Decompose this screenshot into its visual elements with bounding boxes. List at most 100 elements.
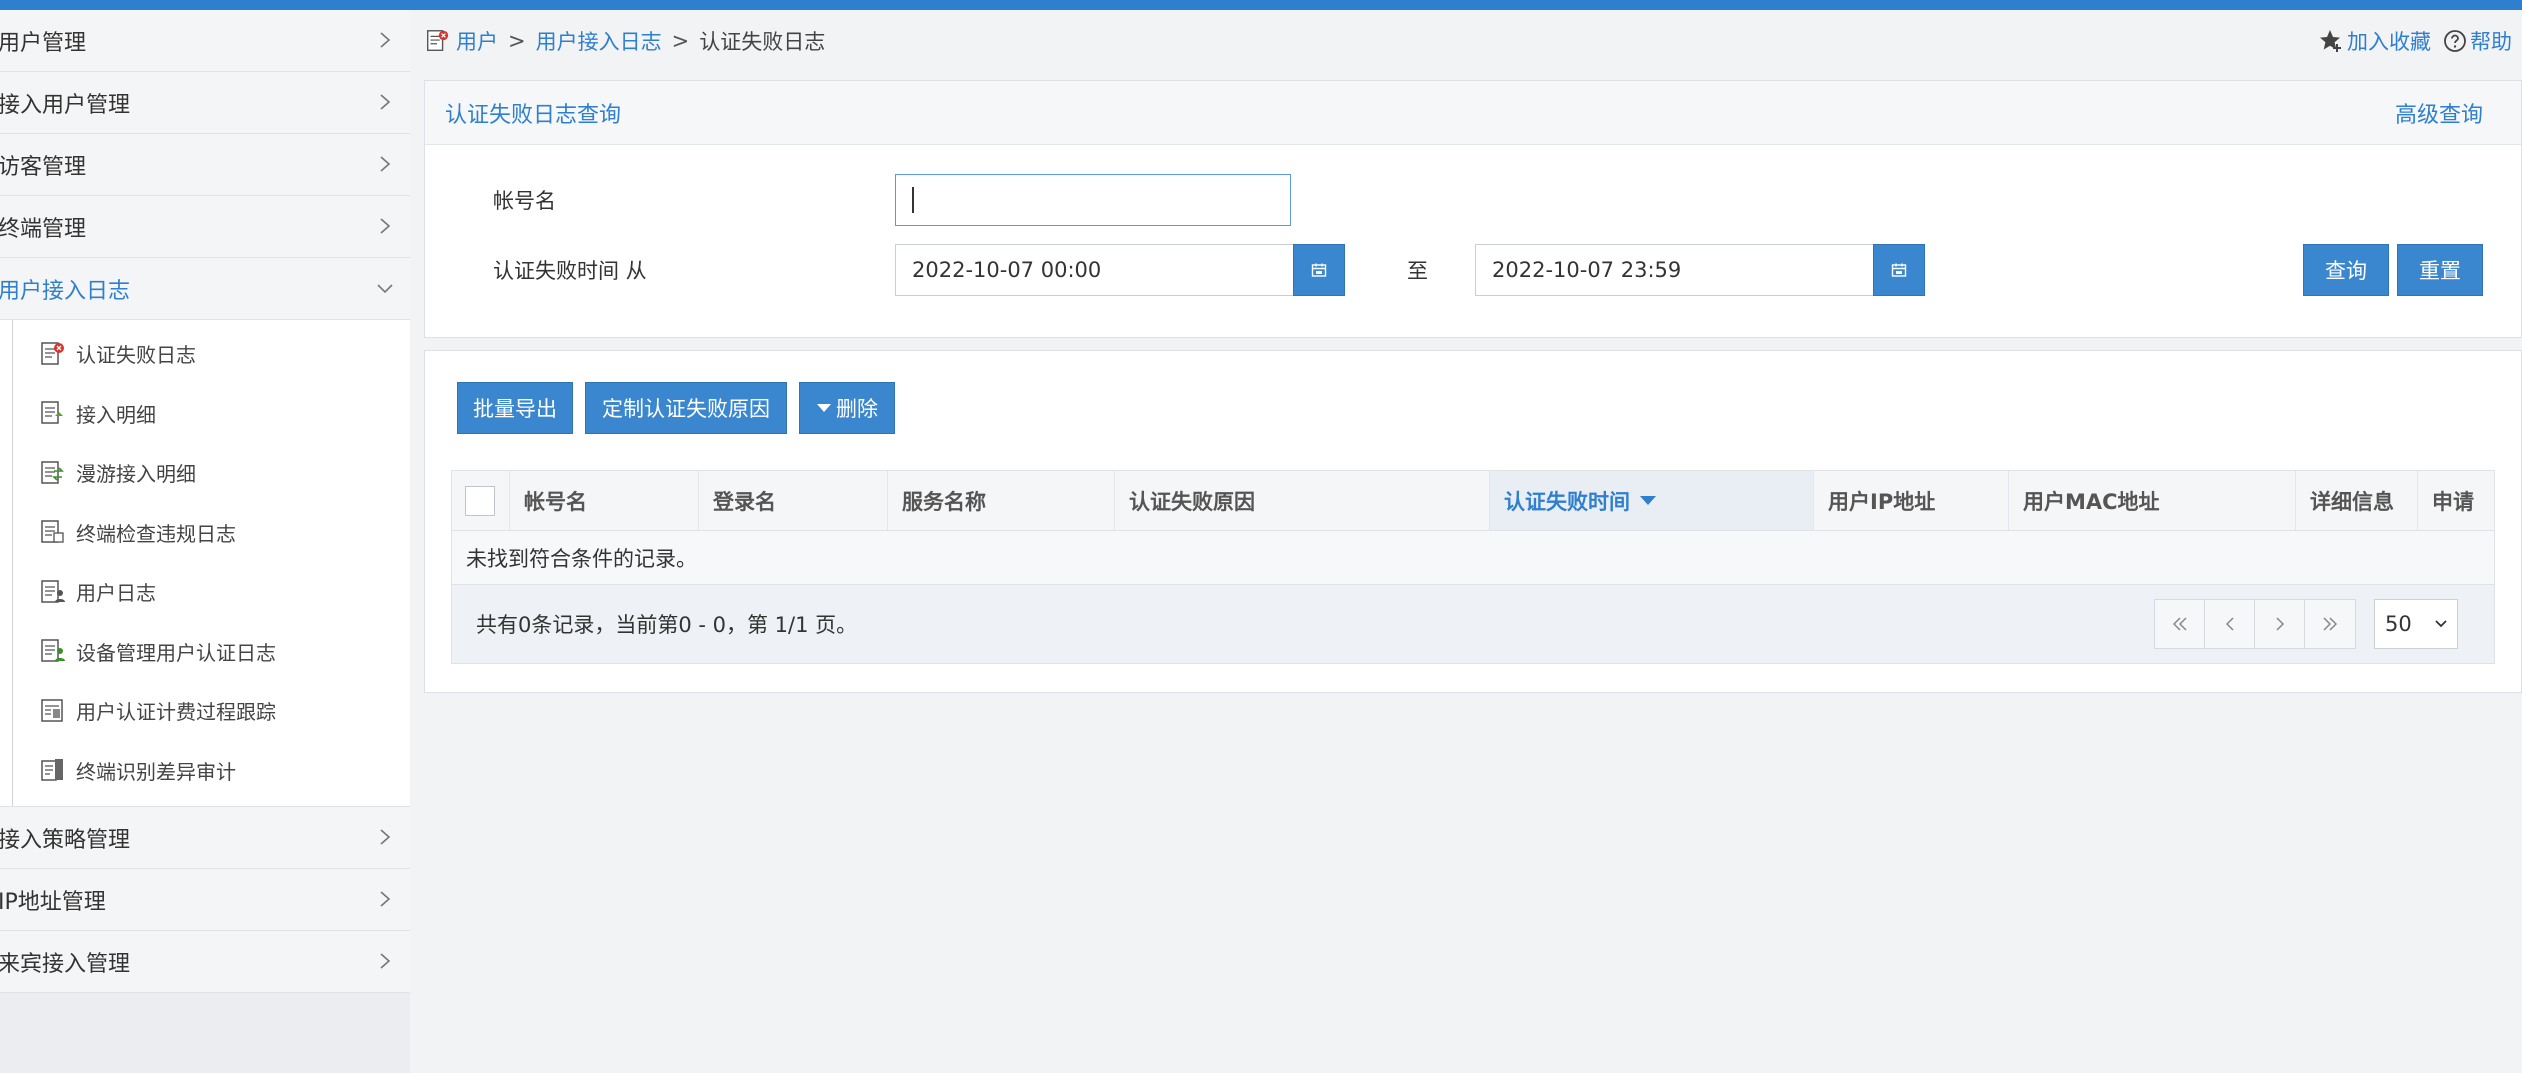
help-label: 帮助	[2470, 30, 2512, 54]
next-page-button[interactable]	[2255, 600, 2305, 648]
calendar-icon	[1311, 263, 1327, 277]
column-label: 用户IP地址	[1828, 489, 1936, 514]
chevron-right-icon	[380, 829, 391, 845]
breadcrumb-link-access-log[interactable]: 用户接入日志	[536, 26, 662, 56]
sidebar-subitem-terminal-check-violation-log[interactable]: 终端检查违规日志	[0, 503, 410, 563]
time-from-input[interactable]: 2022-10-07 00:00	[895, 244, 1295, 296]
sidebar-item-label: 终端管理	[0, 216, 87, 242]
time-to-input[interactable]: 2022-10-07 23:59	[1475, 244, 1875, 296]
select-all-column	[452, 471, 510, 530]
column-label: 认证失败时间	[1504, 489, 1630, 514]
calendar-icon	[1891, 263, 1907, 277]
column-header-user-mac[interactable]: 用户MAC地址	[2009, 471, 2296, 530]
query-panel-header: 认证失败日志查询 高级查询	[425, 81, 2521, 145]
sidebar-subitem-label: 漫游接入明细	[76, 462, 196, 487]
sidebar-item-label: 访客管理	[0, 154, 87, 180]
account-name-input[interactable]	[895, 174, 1291, 226]
auth-failure-log-icon	[41, 342, 64, 365]
sidebar-subitem-user-log[interactable]: 用户日志	[0, 562, 410, 622]
query-panel-title: 认证失败日志查询	[445, 102, 622, 128]
roaming-detail-icon	[41, 461, 64, 484]
column-header-apply[interactable]: 申请	[2418, 471, 2494, 530]
page-size-value: 50	[2385, 612, 2412, 636]
first-page-button[interactable]	[2155, 600, 2205, 648]
auth-failure-log-icon	[427, 30, 449, 51]
sidebar-subitem-label: 终端检查违规日志	[76, 521, 236, 546]
pagination-bar: 共有0条记录，当前第0 - 0，第 1/1 页。 50	[452, 585, 2494, 663]
last-page-button[interactable]	[2305, 600, 2355, 648]
column-header-details[interactable]: 详细信息	[2296, 471, 2418, 530]
breadcrumb-separator: >	[671, 29, 690, 53]
chevron-right-icon	[380, 94, 391, 110]
sidebar-item-label: 用户接入日志	[0, 278, 131, 304]
prev-page-button[interactable]	[2205, 600, 2255, 648]
sidebar-item-label: 接入策略管理	[0, 827, 131, 853]
select-all-checkbox[interactable]	[465, 485, 495, 516]
sidebar-subitem-label: 设备管理用户认证日志	[76, 640, 276, 665]
column-header-failure-reason[interactable]: 认证失败原因	[1115, 471, 1490, 530]
batch-export-button[interactable]: 批量导出	[457, 382, 573, 434]
pagination-summary: 共有0条记录，当前第0 - 0，第 1/1 页。	[476, 613, 858, 637]
sidebar-item-access-user-management[interactable]: 接入用户管理	[0, 72, 410, 134]
top-accent-bar	[0, 0, 2522, 10]
results-panel: 批量导出 定制认证失败原因 删除 帐号名 登录名 服务名称 认证失败原因 认证失…	[424, 350, 2522, 693]
time-to-calendar-button[interactable]	[1873, 244, 1925, 296]
time-to-value: 2022-10-07 23:59	[1492, 258, 1682, 282]
sidebar-item-guest-access-management[interactable]: 来宾接入管理	[0, 931, 410, 993]
billing-trace-icon	[41, 699, 63, 722]
sidebar-subitem-auth-billing-trace[interactable]: 用户认证计费过程跟踪	[0, 681, 410, 741]
column-header-user-ip[interactable]: 用户IP地址	[1814, 471, 2009, 530]
help-link[interactable]: 帮助	[2443, 26, 2512, 56]
query-panel: 认证失败日志查询 高级查询 帐号名 认证失败时间 从 2022-10-07 00…	[424, 80, 2522, 338]
sidebar-item-user-management[interactable]: 用户管理	[0, 10, 410, 72]
sidebar-item-label: 接入用户管理	[0, 92, 131, 118]
sidebar-subitem-roaming-access-detail[interactable]: 漫游接入明细	[0, 443, 410, 503]
pagination-controls	[2154, 599, 2356, 649]
account-name-label: 帐号名	[493, 189, 556, 213]
query-button[interactable]: 查询	[2303, 244, 2389, 296]
column-label: 帐号名	[524, 489, 587, 514]
sidebar-item-access-policy-management[interactable]: 接入策略管理	[0, 807, 410, 869]
sidebar-submenu: 认证失败日志 接入明细 漫游接入明细 终端检查违规日志 用户日志 设备管理用户认…	[0, 320, 410, 807]
column-header-account[interactable]: 帐号名	[510, 471, 699, 530]
auth-failure-time-label: 认证失败时间 从	[493, 259, 647, 283]
caret-down-icon	[817, 404, 831, 412]
chevron-right-icon	[380, 953, 391, 969]
add-favorite-label: 加入收藏	[2347, 30, 2431, 54]
sidebar-subitem-label: 接入明细	[76, 402, 156, 427]
sidebar-subitem-label: 用户日志	[76, 581, 156, 606]
table-header: 帐号名 登录名 服务名称 认证失败原因 认证失败时间 用户IP地址 用户MAC地…	[452, 471, 2494, 531]
column-header-login[interactable]: 登录名	[699, 471, 888, 530]
access-detail-icon	[41, 401, 63, 424]
sidebar-subitem-device-mgmt-auth-log[interactable]: 设备管理用户认证日志	[0, 622, 410, 682]
empty-table-message: 未找到符合条件的记录。	[452, 531, 2494, 585]
sidebar-item-ip-address-management[interactable]: IP地址管理	[0, 869, 410, 931]
sidebar-item-label: 来宾接入管理	[0, 951, 131, 977]
sidebar-subitem-auth-failure-log[interactable]: 认证失败日志	[0, 324, 410, 384]
breadcrumb-link-user[interactable]: 用户	[456, 26, 498, 56]
sidebar-item-visitor-management[interactable]: 访客管理	[0, 134, 410, 196]
text-caret	[912, 187, 914, 213]
add-favorite-link[interactable]: 加入收藏	[2318, 26, 2431, 56]
column-header-service[interactable]: 服务名称	[888, 471, 1115, 530]
chevron-down-icon	[2435, 620, 2447, 628]
sidebar-item-user-access-log[interactable]: 用户接入日志	[0, 258, 410, 320]
advanced-query-link[interactable]: 高级查询	[2395, 97, 2483, 129]
chevron-right-icon	[380, 32, 391, 48]
sidebar-subitem-terminal-id-diff-audit[interactable]: 终端识别差异审计	[0, 741, 410, 801]
sidebar-item-terminal-management[interactable]: 终端管理	[0, 196, 410, 258]
time-from-calendar-button[interactable]	[1293, 244, 1345, 296]
violation-log-icon	[41, 520, 64, 543]
column-header-failure-time[interactable]: 认证失败时间	[1490, 471, 1814, 530]
page-size-select[interactable]: 50	[2374, 599, 2458, 649]
custom-failure-reason-button[interactable]: 定制认证失败原因	[585, 382, 787, 434]
column-label: 申请	[2432, 489, 2474, 514]
delete-dropdown-button[interactable]: 删除	[799, 382, 895, 434]
reset-button[interactable]: 重置	[2397, 244, 2483, 296]
column-label: 认证失败原因	[1129, 489, 1255, 514]
sidebar-subitem-access-detail[interactable]: 接入明细	[0, 384, 410, 444]
star-icon	[2320, 30, 2341, 52]
sidebar-item-label: 用户管理	[0, 30, 87, 56]
help-icon	[2444, 30, 2466, 52]
time-from-value: 2022-10-07 00:00	[912, 258, 1102, 282]
